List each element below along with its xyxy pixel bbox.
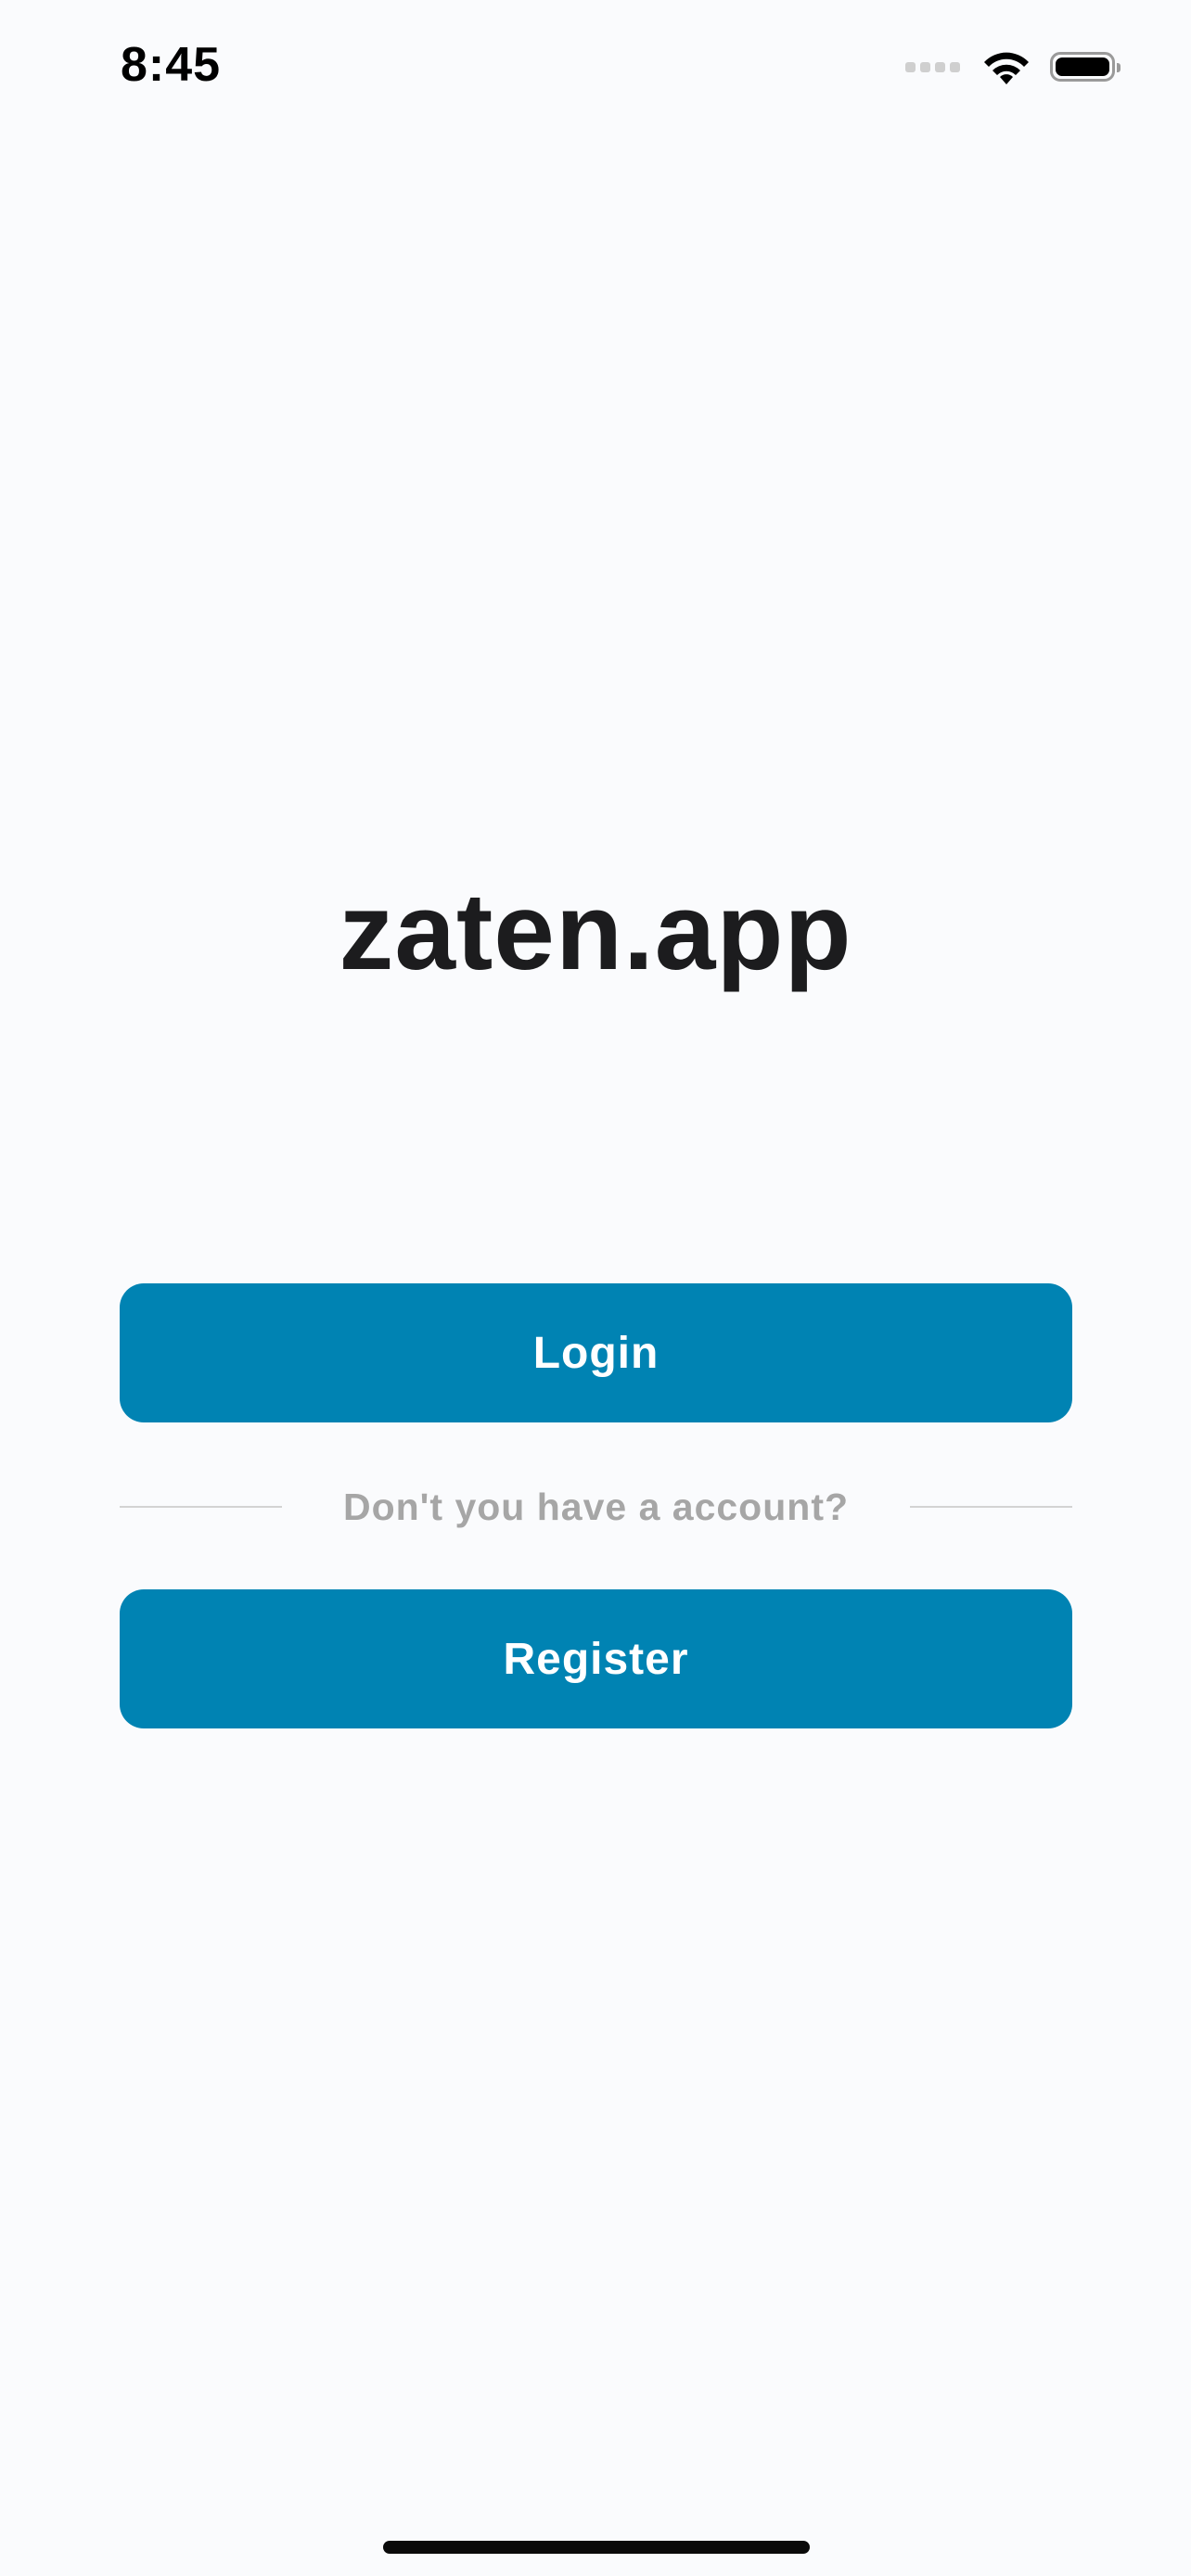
status-icons: [905, 43, 1121, 91]
divider-line-left: [120, 1506, 282, 1508]
login-button[interactable]: Login: [120, 1283, 1072, 1422]
no-account-prompt: Don't you have a account?: [342, 1485, 850, 1528]
divider-line-right: [910, 1506, 1072, 1508]
battery-icon: [1050, 52, 1121, 82]
register-button[interactable]: Register: [120, 1589, 1072, 1728]
account-divider: Don't you have a account?: [120, 1474, 1072, 1539]
battery-level: [1056, 57, 1109, 76]
wifi-icon: [984, 52, 1029, 84]
status-time: 8:45: [121, 38, 222, 92]
status-bar: 8:45: [0, 0, 1191, 130]
home-indicator[interactable]: [383, 2541, 810, 2554]
signal-icon: [905, 61, 965, 72]
app-logo-title: zaten.app: [339, 871, 852, 993]
